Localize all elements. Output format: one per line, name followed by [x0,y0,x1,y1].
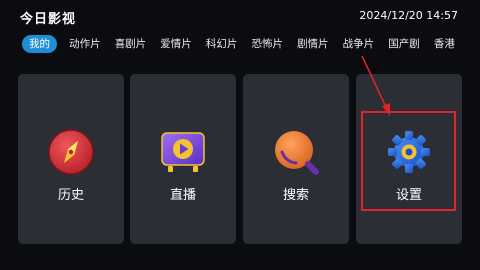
tab-horror[interactable]: 恐怖片 [247,35,287,53]
compass-icon [48,129,94,175]
search-card[interactable]: 搜索 [243,74,349,244]
search-label: 搜索 [282,188,309,203]
tab-scifi[interactable]: 科幻片 [202,35,242,53]
tab-war[interactable]: 战争片 [339,35,379,53]
settings-card[interactable]: 设置 [356,74,462,244]
history-card[interactable]: 历史 [18,74,124,244]
live-card[interactable]: 直播 [130,74,236,244]
tab-mine[interactable]: 我的 [22,34,57,53]
app-title: 今日影视 [20,12,77,27]
magnifier-icon [275,131,319,175]
gear-icon [388,131,430,173]
tab-comedy[interactable]: 喜剧片 [111,35,151,53]
tab-hongkong[interactable]: 香港 [430,35,459,53]
home-screen: 今日影视 2024/12/20 14:57 我的 动作片 喜剧片 爱情片 科幻片… [0,0,480,270]
tv-play-icon [161,132,205,172]
tab-romance[interactable]: 爱情片 [156,35,196,53]
clock: 2024/12/20 14:57 [359,9,458,22]
tab-domestic-series[interactable]: 国产剧 [384,35,424,53]
category-tab-bar: 我的 动作片 喜剧片 爱情片 科幻片 恐怖片 剧情片 战争片 国产剧 香港 [22,33,480,53]
tab-action[interactable]: 动作片 [65,35,105,53]
live-label: 直播 [169,188,196,203]
settings-label: 设置 [395,188,422,203]
tab-drama[interactable]: 剧情片 [293,35,333,53]
history-label: 历史 [57,188,84,203]
